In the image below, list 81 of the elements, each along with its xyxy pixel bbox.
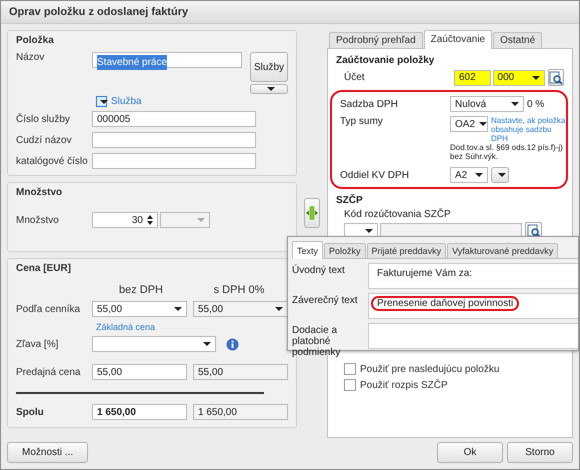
total-field: 1 650,00 [92, 404, 187, 420]
field-label: Cudzí názov [16, 134, 73, 146]
field-label: Účet [344, 72, 366, 83]
service-toggle[interactable]: Služba [96, 96, 142, 107]
account-field[interactable]: 602 [454, 70, 491, 86]
tab[interactable]: Texty [292, 241, 324, 259]
ok-button[interactable]: Ok [437, 442, 503, 463]
field-label: Typ sumy [340, 116, 384, 127]
options-button[interactable]: Možnosti ... [7, 442, 88, 463]
field-label: katalógové číslo [16, 156, 89, 166]
group-title: Množstvo [16, 187, 62, 198]
caret-icon [275, 307, 283, 311]
search-button[interactable] [548, 69, 564, 86]
field-label: Úvodný text [292, 263, 346, 276]
base-price-link[interactable]: Základná cena [96, 322, 156, 332]
tab[interactable]: Vyfakturované preddavky [447, 243, 558, 258]
window-title: Oprav položku z odoslanej faktúry [1, 1, 579, 24]
field-label: Dodacie a platobné podmienky [292, 324, 342, 358]
field-label: Množstvo [16, 214, 60, 226]
vat-rate-combo[interactable]: Nulová [450, 96, 524, 112]
input-field[interactable] [92, 132, 256, 148]
caret-icon [174, 307, 182, 311]
field-label: Sadzba DPH [340, 98, 399, 110]
vat-percent: 0 % [527, 98, 544, 110]
text-area[interactable]: Prenesenie daňovej povinnosti [368, 293, 578, 319]
checkbox[interactable]: Použiť pre nasledujúcu položku [344, 363, 500, 375]
caret-icon [479, 122, 488, 126]
total-field: 1 650,00 [193, 404, 288, 420]
field-label: Záverečný text [292, 294, 359, 306]
hint-text: Nastavte, ak položka obsahuje sadzbu DPH [491, 116, 566, 143]
field-label: Číslo služby [16, 114, 71, 124]
caret-icon [203, 342, 211, 346]
checkbox[interactable]: Použiť rozpis SZČP [344, 379, 448, 391]
input-field[interactable] [92, 153, 256, 169]
caret-icon [267, 87, 275, 91]
text-value: Prenesenie daňovej povinnosti [371, 296, 520, 311]
tab[interactable]: Ostatné [493, 32, 542, 48]
caret-icon [100, 100, 108, 104]
dropdown-button[interactable] [491, 167, 509, 183]
tab[interactable]: Prijaté preddavky [366, 243, 446, 258]
caret-icon [532, 76, 540, 80]
text-area[interactable]: Fakturujeme Vám za: [368, 263, 578, 289]
sum-type-description: Dod.tov.a sl. §69 ods.12 pís.f)-j) bez Súhr.výk. [450, 143, 564, 161]
spin-icon[interactable] [147, 215, 153, 225]
price-combo[interactable]: 55,00 [193, 301, 288, 317]
field-label: Názov [16, 52, 46, 63]
price-field: 55,00 [193, 364, 288, 380]
field-label: Predajná cena [16, 366, 82, 378]
dropdown-button[interactable] [250, 84, 288, 94]
group-title: Položka [16, 35, 54, 46]
caret-icon [498, 173, 506, 177]
caret-icon [197, 218, 205, 222]
section-title: Zaúčtovanie položky [336, 55, 436, 66]
field-label: Oddiel KV DPH [340, 170, 410, 180]
column-header: s DPH 0% [212, 284, 266, 296]
field-label: Zľava [%] [16, 338, 60, 350]
resize-handle-icon [306, 204, 318, 222]
section-title: SZČP [336, 195, 364, 206]
total-label: Spolu [16, 406, 45, 418]
cancel-button[interactable]: Storno [507, 442, 573, 463]
column-header: bez DPH [118, 284, 164, 296]
group-title: Cena [EUR] [16, 263, 72, 274]
kv-combo[interactable]: A2 [450, 167, 488, 183]
price-combo[interactable]: 55,00 [92, 301, 187, 317]
caret-icon [511, 102, 519, 106]
field-label: Podľa cenníka [16, 304, 82, 314]
tab[interactable]: Podrobný prehľad [329, 32, 423, 48]
tab[interactable]: Zaúčtovanie [424, 30, 492, 49]
field-label: Kód rozúčtovania SZČP [344, 209, 452, 220]
tab[interactable]: Položky [324, 243, 366, 258]
sum-type-combo[interactable]: OA2 [450, 116, 488, 132]
quantity-spinner[interactable]: 30 [92, 212, 158, 228]
caret-icon [475, 173, 483, 177]
input-field[interactable]: 000005 [92, 111, 256, 127]
info-icon[interactable] [226, 338, 239, 350]
name-field[interactable]: Stavebné práce [92, 52, 242, 68]
price-field[interactable]: 55,00 [92, 364, 187, 380]
services-button[interactable]: Služby [250, 52, 288, 82]
splitter-button[interactable] [304, 198, 320, 228]
text-value: Fakturujeme Vám za: [376, 267, 474, 281]
analytic-combo[interactable]: 000 [492, 70, 545, 86]
